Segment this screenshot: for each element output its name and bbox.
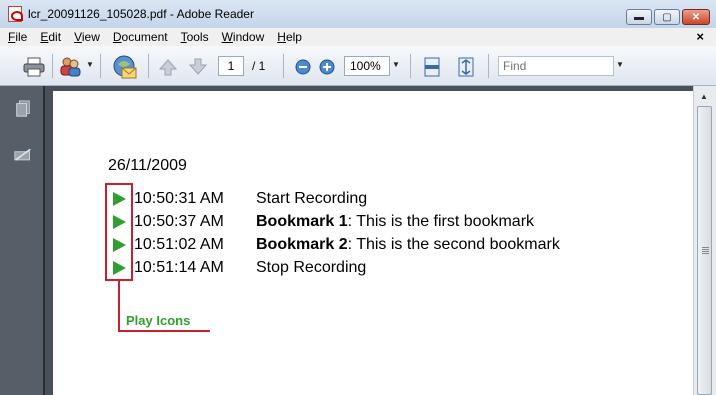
toolbar-separator: [148, 54, 149, 78]
minimize-button[interactable]: ▬: [626, 9, 652, 25]
entry-description: Start Recording: [256, 190, 368, 207]
fit-width-icon: [424, 57, 440, 77]
zoom-in-icon: [319, 59, 335, 75]
window-controls: ▬ ▢ ✕: [626, 9, 710, 25]
toolbar-separator: [100, 54, 101, 78]
menu-help[interactable]: Help: [277, 30, 302, 44]
menu-edit[interactable]: Edit: [40, 30, 61, 44]
next-page-icon: [189, 58, 207, 75]
zoom-in-button[interactable]: [318, 58, 336, 76]
annotation-highlight-box: [105, 183, 133, 281]
entry-time: 10:50:37 AM: [134, 213, 224, 230]
toolbar-separator: [52, 54, 53, 78]
toolbar-separator: [283, 54, 284, 78]
print-button[interactable]: [22, 56, 46, 78]
print-icon: [23, 57, 45, 77]
list-item: 10:50:37 AM Bookmark 1: This is the firs…: [113, 212, 534, 232]
find-input[interactable]: [498, 56, 614, 76]
close-button[interactable]: ✕: [682, 9, 710, 25]
collaborate-dropdown-arrow[interactable]: ▼: [86, 60, 94, 69]
document-area: 26/11/2009 10:50:31 AM Start Recording 1…: [45, 86, 693, 395]
fit-page-icon: [458, 57, 474, 77]
navigation-pane: [0, 86, 45, 395]
list-item: 10:50:31 AM Start Recording: [113, 189, 367, 209]
menu-document[interactable]: Document: [113, 30, 168, 44]
find-dropdown-arrow[interactable]: ▼: [616, 60, 624, 69]
previous-page-icon: [159, 59, 177, 76]
fit-page-button[interactable]: [456, 56, 476, 78]
pdf-page: 26/11/2009 10:50:31 AM Start Recording 1…: [53, 91, 693, 395]
toolbar-separator: [410, 54, 411, 78]
entry-description: Bookmark 1: This is the first bookmark: [256, 213, 535, 230]
list-item: 10:51:02 AM Bookmark 2: This is the seco…: [113, 235, 560, 255]
menu-window[interactable]: Window: [222, 30, 265, 44]
scrollbar-grip-icon: [702, 247, 709, 254]
menu-file[interactable]: File: [8, 30, 27, 44]
entry-time: 10:51:02 AM: [134, 236, 224, 253]
page-number-input[interactable]: 1: [218, 56, 244, 76]
zoom-out-button[interactable]: [294, 58, 312, 76]
collaborate-icon: [60, 57, 81, 77]
scrollbar-thumb[interactable]: [697, 106, 712, 395]
toolbar-separator: [488, 54, 489, 78]
entry-time: 10:51:14 AM: [134, 259, 224, 276]
window-title: lcr_20091126_105028.pdf - Adobe Reader: [28, 7, 254, 21]
entry-time: 10:50:31 AM: [134, 190, 224, 207]
fit-width-button[interactable]: [422, 56, 442, 78]
collaborate-button[interactable]: [58, 55, 82, 79]
scroll-up-icon[interactable]: ▲: [700, 92, 708, 101]
annotation-underline: [118, 330, 210, 332]
title-bar: lcr_20091126_105028.pdf - Adobe Reader ▬…: [0, 0, 716, 28]
pdf-icon: [8, 6, 23, 22]
entry-description: Bookmark 2: This is the second bookmark: [256, 236, 560, 253]
email-button[interactable]: [110, 54, 138, 80]
next-page-button[interactable]: [188, 57, 208, 77]
document-date: 26/11/2009: [108, 157, 187, 174]
vertical-scrollbar[interactable]: ▲: [693, 86, 716, 395]
page-total: / 1: [252, 59, 266, 73]
menu-bar: File Edit View Document Tools Window Hel…: [0, 28, 716, 46]
maximize-button[interactable]: ▢: [654, 9, 680, 25]
zoom-level-input[interactable]: 100%: [344, 56, 390, 76]
annotation-label: Play Icons: [126, 313, 191, 328]
document-close-button[interactable]: ×: [696, 29, 704, 44]
annotation-connector: [118, 281, 120, 331]
menu-tools[interactable]: Tools: [181, 30, 209, 44]
email-icon: [113, 55, 137, 79]
attachments-icon[interactable]: [14, 146, 32, 164]
zoom-dropdown-arrow[interactable]: ▼: [392, 60, 400, 69]
pages-icon[interactable]: [14, 100, 32, 118]
previous-page-button[interactable]: [158, 57, 178, 77]
toolbar: ▼ 1 / 1 100% ▼ Find ▼: [0, 46, 716, 86]
zoom-out-icon: [295, 59, 311, 75]
menu-view[interactable]: View: [74, 30, 100, 44]
list-item: 10:51:14 AM Stop Recording: [113, 258, 366, 278]
entry-description: Stop Recording: [256, 259, 367, 276]
